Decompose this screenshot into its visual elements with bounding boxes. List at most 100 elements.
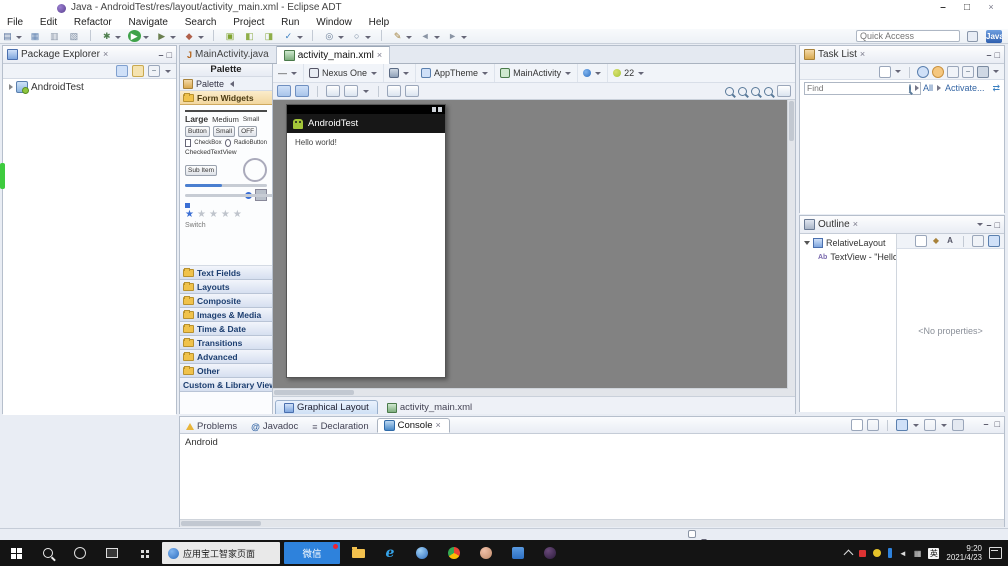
view-menu-icon[interactable] — [993, 70, 999, 73]
activate-task-link[interactable]: Activate... — [945, 83, 985, 93]
menu-help[interactable]: Help — [362, 16, 397, 29]
palette-category-time-date[interactable]: Time & Date — [180, 322, 272, 336]
relativelayout-node[interactable]: RelativeLayout — [800, 236, 896, 250]
palette-category-form-widgets[interactable]: Form Widgets — [180, 91, 272, 105]
collapse-all-icon[interactable]: − — [148, 65, 160, 77]
view-close-icon[interactable] — [853, 219, 858, 230]
palette-header[interactable]: Palette — [180, 77, 272, 91]
annotate-icon[interactable]: ✎ — [391, 30, 404, 42]
palette-category-layouts[interactable]: Layouts — [180, 280, 272, 294]
progressbar-large-item[interactable] — [243, 158, 267, 182]
collapse-palette-icon[interactable] — [230, 80, 235, 87]
focus-icon[interactable] — [977, 65, 989, 78]
network-icon[interactable]: ▦ — [914, 549, 922, 558]
progress-indicator-icon[interactable] — [688, 530, 696, 538]
palette-category-other[interactable]: Other — [180, 364, 272, 378]
view-maximize-icon[interactable] — [167, 50, 172, 60]
configuration-combo[interactable]: — — [273, 64, 304, 82]
show-advanced-properties-icon[interactable] — [915, 235, 927, 247]
ime-language-icon[interactable]: 英 — [928, 547, 940, 559]
palette-category-images-media[interactable]: Images & Media — [180, 308, 272, 322]
canvas-vertical-scrollbar[interactable] — [787, 100, 795, 396]
spinner-item[interactable]: Sub Item — [185, 164, 218, 176]
annotate-caret-icon[interactable] — [406, 36, 413, 40]
large-text-item[interactable]: Large — [185, 114, 208, 124]
menu-project[interactable]: Project — [226, 16, 271, 29]
external-tools-caret-icon[interactable] — [170, 36, 177, 40]
external-tools-icon[interactable]: ▶ — [155, 30, 168, 42]
start-button[interactable] — [0, 540, 32, 566]
zoom-fit-icon[interactable] — [751, 86, 760, 96]
back-caret-icon[interactable] — [433, 36, 440, 40]
active-app-taskbar-button[interactable]: 应用宝工智家页面 — [162, 542, 280, 564]
print-icon[interactable]: ▥ — [48, 30, 61, 42]
new-type-caret-icon[interactable] — [337, 36, 344, 40]
display-console-caret-icon[interactable] — [913, 423, 919, 427]
run-icon[interactable]: ▶ — [127, 30, 141, 42]
orientation-combo[interactable] — [384, 64, 417, 82]
scrollbar-thumb[interactable] — [789, 101, 794, 141]
ratingbar-item[interactable]: ★ ★ ★ ★ ★ — [180, 208, 272, 220]
avd-manager-icon[interactable]: ◨ — [262, 30, 275, 42]
theme-combo[interactable]: AppTheme — [416, 64, 496, 82]
view-menu-icon[interactable] — [976, 223, 983, 226]
search-caret-icon[interactable] — [365, 36, 372, 40]
margins-toggle-icon[interactable] — [326, 85, 340, 97]
ime-grid-button[interactable] — [128, 540, 160, 566]
console-content[interactable]: Android — [180, 434, 1004, 527]
switch-item[interactable]: Switch — [185, 222, 206, 229]
new-task-caret-icon[interactable] — [895, 70, 901, 73]
save-icon[interactable]: ▦ — [28, 30, 41, 42]
sort-alpha-icon[interactable]: A — [945, 236, 955, 246]
togglebutton-item[interactable]: OFF — [238, 126, 258, 137]
maximize-button[interactable] — [958, 1, 976, 14]
menu-edit[interactable]: Edit — [33, 16, 64, 29]
small-text-item[interactable]: Small — [243, 116, 259, 123]
qq-button[interactable] — [406, 540, 438, 566]
find-task-input[interactable] — [804, 81, 921, 95]
activity-combo[interactable]: MainActivity — [495, 64, 579, 82]
minimize-button[interactable] — [934, 1, 952, 14]
menu-run[interactable]: Run — [274, 16, 306, 29]
link-with-editor-icon[interactable] — [132, 65, 144, 77]
palette-category-advanced[interactable]: Advanced — [180, 350, 272, 364]
clear-console-icon[interactable] — [851, 419, 863, 431]
scroll-lock-icon[interactable] — [867, 419, 879, 431]
display-console-icon[interactable] — [896, 419, 908, 431]
tab-graphical-layout[interactable]: Graphical Layout — [275, 400, 378, 414]
new-type-icon[interactable]: ◎ — [323, 30, 336, 42]
open-perspective-icon[interactable] — [967, 31, 978, 42]
focus-on-task-icon[interactable] — [116, 65, 128, 77]
locale-combo[interactable] — [578, 64, 609, 82]
schedule-icon[interactable] — [932, 65, 944, 78]
hidden-icons-chevron-icon[interactable] — [843, 549, 854, 560]
tab-xml-source[interactable]: activity_main.xml — [378, 400, 481, 414]
menu-window[interactable]: Window — [309, 16, 359, 29]
view-maximize-icon[interactable] — [995, 220, 1000, 230]
lint-icon[interactable]: ✓ — [282, 30, 295, 42]
tab-close-icon[interactable] — [435, 420, 440, 431]
close-button[interactable] — [982, 1, 1000, 14]
show-outline-mode-icon[interactable] — [295, 85, 309, 97]
menu-search[interactable]: Search — [178, 16, 224, 29]
console-horizontal-scrollbar[interactable] — [180, 519, 1004, 527]
pin-console-icon[interactable] — [952, 419, 964, 431]
expander-icon[interactable] — [804, 241, 810, 245]
tab-console[interactable]: Console — [376, 418, 450, 433]
tab-mainactivity-java[interactable]: J MainActivity.java — [180, 46, 277, 63]
hello-world-text[interactable]: Hello world! — [295, 138, 337, 147]
scrollbar-thumb[interactable] — [274, 390, 354, 395]
progressbar-horizontal-item[interactable] — [185, 184, 267, 187]
seekbar-item[interactable] — [185, 193, 272, 197]
edit-property-icon[interactable] — [988, 235, 1000, 247]
textview-node[interactable]: Ab TextView - "Hello..." — [800, 250, 896, 264]
categorize-icon[interactable] — [947, 65, 959, 78]
small-button-item[interactable]: Small — [212, 126, 236, 137]
tab-close-icon[interactable] — [377, 50, 382, 61]
button-item[interactable]: Button — [185, 126, 210, 137]
expander-icon[interactable] — [9, 84, 13, 90]
pin-properties-icon[interactable]: ◆ — [931, 236, 941, 246]
lint-caret-icon[interactable] — [296, 36, 303, 40]
layout-canvas[interactable]: AndroidTest Hello world! — [273, 100, 795, 396]
task-view-button[interactable] — [96, 540, 128, 566]
